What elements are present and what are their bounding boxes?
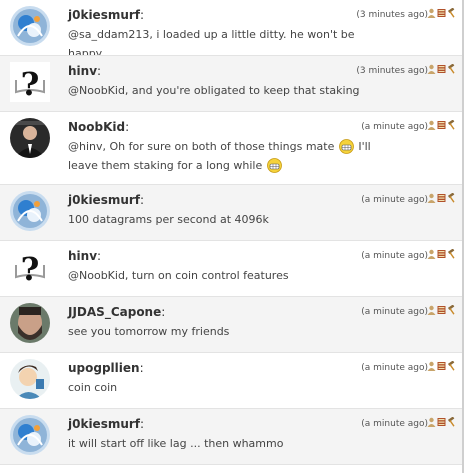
username[interactable]: j0kiesmurf:: [68, 417, 144, 431]
svg-text:?: ?: [21, 65, 40, 102]
grin-emoji: [266, 158, 282, 173]
grin-emoji: [338, 139, 354, 154]
timestamp: (a minute ago): [361, 419, 428, 429]
username[interactable]: hinv:: [68, 64, 101, 78]
book-icon[interactable]: [437, 249, 446, 259]
username[interactable]: JJDAS_Capone:: [68, 305, 165, 319]
user-icon[interactable]: [427, 249, 436, 259]
svg-text:?: ?: [21, 250, 40, 287]
chat-message: j0kiesmurf: (a minute ago) it will start…: [0, 409, 462, 465]
user-icon[interactable]: [427, 120, 436, 130]
username[interactable]: hinv:: [68, 249, 101, 263]
chat-message: j0kiesmurf: (a minute ago) 100 datagrams…: [0, 185, 462, 241]
message-text: @hinv, Oh for sure on both of those thin…: [68, 139, 371, 173]
cartoon-man-avatar[interactable]: [10, 359, 50, 399]
chat-message: ? hinv: (3 minutes ago) @NoobKid, and yo…: [0, 56, 462, 112]
user-icon[interactable]: [427, 417, 436, 427]
username[interactable]: upogpllien:: [68, 361, 144, 375]
user-icon[interactable]: [427, 64, 436, 74]
chat-message: j0kiesmurf: (3 minutes ago) @sa_ddam213,…: [0, 0, 462, 56]
book-icon[interactable]: [437, 361, 446, 371]
hammer-icon[interactable]: [447, 8, 456, 18]
timestamp: (a minute ago): [361, 251, 428, 261]
user-icon[interactable]: [427, 193, 436, 203]
hammer-icon[interactable]: [447, 64, 456, 74]
timestamp: (a minute ago): [361, 195, 428, 205]
timestamp: (3 minutes ago): [356, 66, 428, 76]
smurf-avatar[interactable]: [10, 6, 50, 46]
username[interactable]: j0kiesmurf:: [68, 193, 144, 207]
book-icon[interactable]: [437, 305, 446, 315]
book-icon[interactable]: [437, 193, 446, 203]
hammer-icon[interactable]: [447, 193, 456, 203]
user-icon[interactable]: [427, 305, 436, 315]
timestamp: (a minute ago): [361, 363, 428, 373]
hammer-icon[interactable]: [447, 305, 456, 315]
bearded-man-avatar[interactable]: [10, 303, 50, 343]
message-text: 100 datagrams per second at 4096k: [68, 213, 269, 226]
timestamp: (a minute ago): [361, 307, 428, 317]
user-icon[interactable]: [427, 8, 436, 18]
book-icon[interactable]: [437, 8, 446, 18]
book-icon[interactable]: [437, 120, 446, 130]
chat-message: ? hinv: (a minute ago) @NoobKid, turn on…: [0, 241, 462, 297]
smurf-avatar[interactable]: [10, 415, 50, 455]
chat-message: NoobKid: (a minute ago) @hinv, Oh for su…: [0, 112, 462, 185]
username[interactable]: j0kiesmurf:: [68, 8, 144, 22]
question-mark-avatar[interactable]: ?: [10, 247, 50, 287]
hammer-icon[interactable]: [447, 249, 456, 259]
timestamp: (3 minutes ago): [356, 10, 428, 20]
chat-log: j0kiesmurf: (3 minutes ago) @sa_ddam213,…: [0, 0, 464, 473]
message-text: @sa_ddam213, i loaded up a little ditty.…: [68, 28, 355, 56]
message-text: see you tomorrow my friends: [68, 325, 230, 338]
chat-message: upogpllien: (a minute ago) coin coin: [0, 353, 462, 409]
message-text: it will start off like lag ... then wham…: [68, 437, 284, 450]
message-text: coin coin: [68, 381, 118, 394]
hammer-icon[interactable]: [447, 417, 456, 427]
timestamp: (a minute ago): [361, 122, 428, 132]
user-icon[interactable]: [427, 361, 436, 371]
username[interactable]: NoobKid:: [68, 120, 129, 134]
book-icon[interactable]: [437, 64, 446, 74]
suit-man-avatar[interactable]: [10, 118, 50, 158]
book-icon[interactable]: [437, 417, 446, 427]
hammer-icon[interactable]: [447, 120, 456, 130]
hammer-icon[interactable]: [447, 361, 456, 371]
message-text: @NoobKid, turn on coin control features: [68, 269, 289, 282]
chat-message: JJDAS_Capone: (a minute ago) see you tom…: [0, 297, 462, 353]
message-text: @NoobKid, and you're obligated to keep t…: [68, 84, 360, 97]
smurf-avatar[interactable]: [10, 191, 50, 231]
question-mark-avatar[interactable]: ?: [10, 62, 50, 102]
